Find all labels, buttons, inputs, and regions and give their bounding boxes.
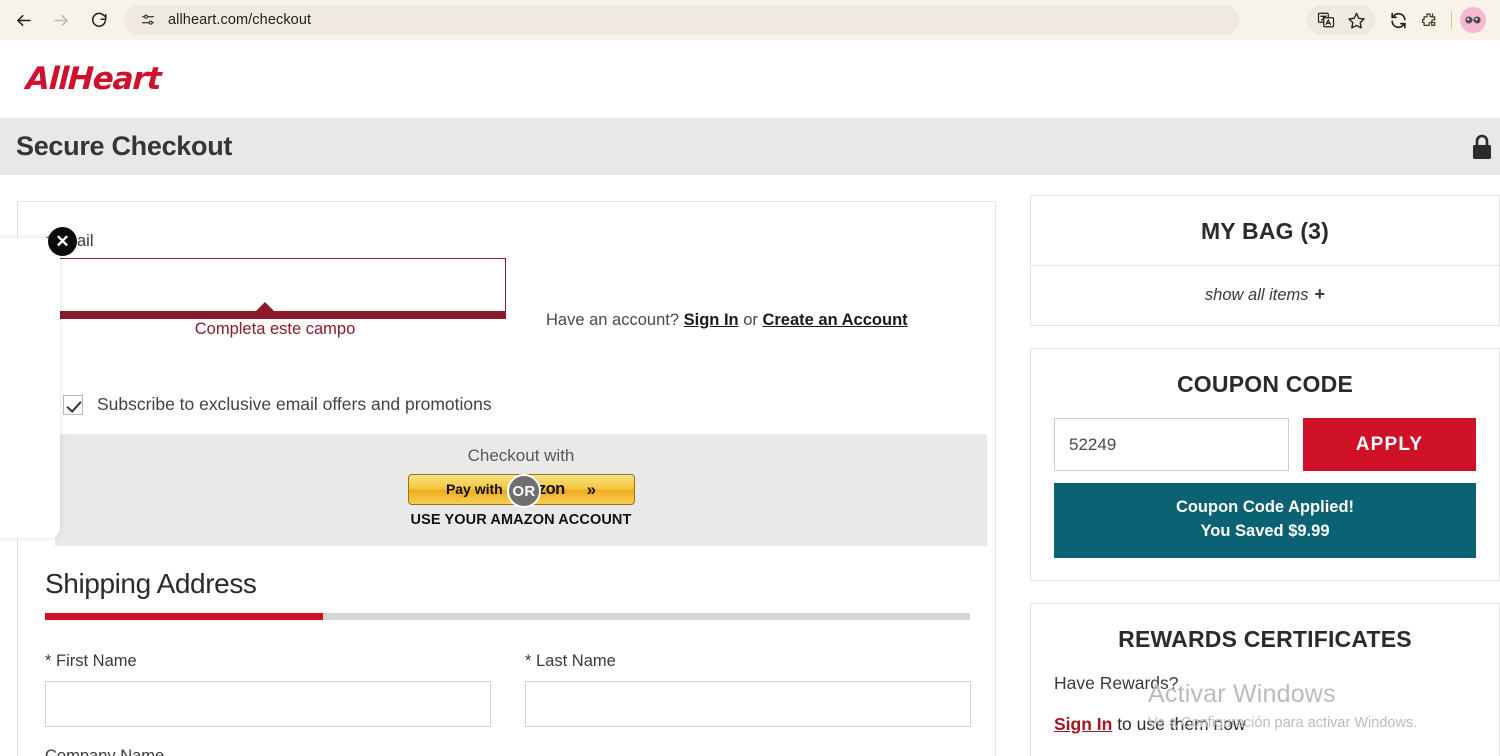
close-x-icon[interactable]: ✕ <box>48 227 77 256</box>
show-all-items-toggle[interactable]: show all items + <box>1031 266 1499 325</box>
pay-with-label: Pay with <box>445 481 503 497</box>
rewards-body: Have Rewards? Sign In to use them now <box>1031 673 1499 756</box>
promo-15-off-tab[interactable]: 15% OFF <box>0 238 60 538</box>
first-name-field-group: * First Name <box>45 652 491 727</box>
name-row: * First Name * Last Name <box>45 652 971 727</box>
my-bag-title: MY BAG (3) <box>1200 218 1330 244</box>
profile-avatar-icon[interactable] <box>1460 7 1486 33</box>
rewards-title: REWARDS CERTIFICATES <box>1118 625 1412 652</box>
allheart-logo[interactable]: AllHeart <box>25 61 161 97</box>
extensions-puzzle-icon[interactable] <box>1413 5 1443 35</box>
coupon-row: APPLY <box>1031 418 1499 471</box>
checkout-main-card: *Email Completa este campo Have an accou… <box>17 201 996 756</box>
coupon-panel: COUPON CODE APPLY Coupon Code Applied! Y… <box>1030 348 1500 581</box>
last-name-label: * Last Name <box>525 652 616 670</box>
first-name-label: * First Name <box>45 652 137 670</box>
rewards-signin-line: Sign In to use them now <box>1054 714 1476 735</box>
my-bag-panel: MY BAG (3) show all items + <box>1030 195 1500 326</box>
coupon-title: COUPON CODE <box>1177 371 1353 397</box>
page-title: Secure Checkout <box>16 131 233 161</box>
or-word: or <box>743 311 758 329</box>
rewards-signin-rest: to use them now <box>1112 713 1246 734</box>
toolbar-actions <box>1307 0 1500 40</box>
amazon-sub-label: USE YOUR AMAZON ACCOUNT <box>410 512 632 528</box>
reload-button[interactable] <box>84 5 114 35</box>
show-all-items-label: show all items <box>1204 286 1309 304</box>
pay-with-amazon-text: Pay with amazon <box>446 480 565 499</box>
forward-button[interactable] <box>46 5 76 35</box>
site-header: AllHeart <box>0 40 1500 118</box>
rewards-panel: REWARDS CERTIFICATES Have Rewards? Sign … <box>1030 602 1500 756</box>
email-error-message: Completa este campo <box>194 320 356 338</box>
checkout-content: *Email Completa este campo Have an accou… <box>0 175 1500 756</box>
back-button[interactable] <box>8 5 38 35</box>
toolbar-divider <box>1451 11 1452 29</box>
coupon-applied-line1: Coupon Code Applied! <box>1175 498 1355 516</box>
browser-toolbar: allheart.com/checkout <box>0 0 1500 40</box>
address-bar[interactable]: allheart.com/checkout <box>124 5 1239 35</box>
account-prompt-text: Have an account? <box>546 311 680 329</box>
plus-icon: + <box>1314 284 1326 304</box>
rewards-question: Have Rewards? <box>1054 672 1179 693</box>
coupon-applied-line2: You Saved $9.99 <box>1200 521 1330 540</box>
page-root: allheart.com/checkout AllHeart Secure Ch… <box>0 0 1500 756</box>
shipping-address-heading: Shipping Address <box>45 568 257 599</box>
checkout-sidebar: MY BAG (3) show all items + COUPON CODE A… <box>1030 195 1500 756</box>
padlock-icon <box>1470 133 1494 161</box>
subscribe-label: Subscribe to exclusive email offers and … <box>97 394 492 414</box>
subscribe-checkbox[interactable] <box>63 394 83 415</box>
last-name-input[interactable] <box>525 681 971 727</box>
sync-icon[interactable] <box>1383 5 1413 35</box>
reload-icon <box>92 12 107 27</box>
or-badge: OR <box>507 474 541 508</box>
url-text: allheart.com/checkout <box>168 12 312 28</box>
rewards-sign-in-link[interactable]: Sign In <box>1054 714 1112 734</box>
create-account-link[interactable]: Create an Account <box>762 311 907 329</box>
coupon-code-input[interactable] <box>1054 418 1289 471</box>
company-name-label: Company Name <box>45 747 165 756</box>
checkout-progress-track <box>45 613 970 620</box>
first-name-input[interactable] <box>45 681 491 727</box>
checkout-progress-fill <box>45 613 323 620</box>
apply-coupon-button[interactable]: APPLY <box>1303 418 1476 471</box>
last-name-field-group: * Last Name <box>525 652 971 727</box>
star-icon[interactable] <box>1341 5 1371 35</box>
forward-arrow-icon <box>53 14 68 26</box>
subscribe-row[interactable]: Subscribe to exclusive email offers and … <box>63 394 492 415</box>
chevrons-right-icon: » <box>586 479 597 499</box>
omnibox-actions-group <box>1307 5 1375 35</box>
translate-icon[interactable] <box>1311 5 1341 35</box>
error-caret-icon <box>254 302 276 313</box>
sign-in-link[interactable]: Sign In <box>684 311 739 329</box>
email-error-underline <box>44 312 506 319</box>
secure-checkout-bar: Secure Checkout <box>0 118 1500 175</box>
back-arrow-icon <box>16 14 31 26</box>
coupon-applied-banner: Coupon Code Applied! You Saved $9.99 <box>1054 483 1476 558</box>
account-prompt: Have an account? Sign In or Create an Ac… <box>546 311 908 330</box>
shipping-form: * First Name * Last Name Company Name <box>45 652 971 756</box>
checkout-with-label: Checkout with <box>467 446 575 465</box>
site-settings-icon[interactable] <box>136 8 160 32</box>
